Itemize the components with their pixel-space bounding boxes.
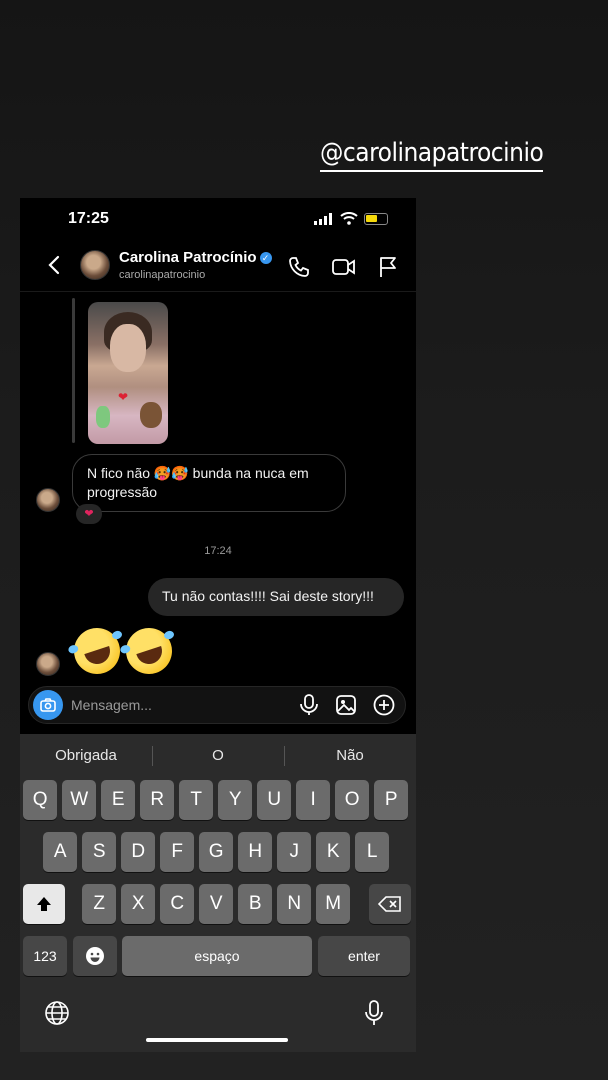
message-timestamp: 17:24 <box>204 545 232 557</box>
rofl-emoji-icon <box>120 622 178 680</box>
sent-message[interactable]: Tu não contas!!!! Sai deste story!!! <box>148 578 404 616</box>
key-b[interactable]: B <box>238 884 273 924</box>
key-o[interactable]: O <box>335 780 370 820</box>
contact-name[interactable]: Carolina Patrocínio ✓ <box>119 249 272 266</box>
key-c[interactable]: C <box>160 884 195 924</box>
sender-avatar[interactable] <box>36 652 60 676</box>
sender-avatar[interactable] <box>36 488 60 512</box>
gallery-icon[interactable] <box>335 694 357 716</box>
key-f[interactable]: F <box>160 832 195 872</box>
story-reply-thumbnail[interactable]: ❤ <box>88 302 168 444</box>
key-h[interactable]: H <box>238 832 273 872</box>
backspace-key[interactable] <box>369 884 411 924</box>
key-x[interactable]: X <box>121 884 156 924</box>
phone-call-icon[interactable] <box>288 256 310 278</box>
suggestion-bar: Obrigada O Não <box>20 734 416 778</box>
keyboard: Obrigada O Não QWERTYUIOPASDFGHJKLZXCVBN… <box>20 734 416 1052</box>
suggestion-item[interactable]: Não <box>284 734 416 778</box>
emoji-key[interactable] <box>73 936 117 976</box>
key-e[interactable]: E <box>101 780 136 820</box>
space-key[interactable]: espaço <box>122 936 312 976</box>
rofl-emoji-icon <box>68 622 126 680</box>
signal-icon <box>314 212 332 225</box>
dictation-microphone-icon[interactable] <box>363 999 385 1027</box>
heart-reaction-icon[interactable]: ❤ <box>76 504 102 524</box>
key-r[interactable]: R <box>140 780 175 820</box>
chat-header: Carolina Patrocínio ✓ carolinapatrocinio <box>20 244 416 292</box>
key-k[interactable]: K <box>316 832 351 872</box>
home-indicator <box>146 1038 288 1042</box>
video-call-icon[interactable] <box>332 256 356 278</box>
key-p[interactable]: P <box>374 780 409 820</box>
verified-badge-icon: ✓ <box>259 252 272 264</box>
microphone-icon[interactable] <box>299 694 319 716</box>
key-v[interactable]: V <box>199 884 234 924</box>
enter-key[interactable]: enter <box>318 936 410 976</box>
key-l[interactable]: L <box>355 832 390 872</box>
camera-icon[interactable] <box>33 690 63 720</box>
wifi-icon <box>340 212 358 225</box>
avatar[interactable] <box>80 250 110 280</box>
status-bar: 17:25 <box>20 198 416 244</box>
numbers-key[interactable]: 123 <box>23 936 67 976</box>
reply-indicator-line <box>72 298 75 443</box>
battery-icon <box>364 212 388 225</box>
emoji-message[interactable] <box>68 622 178 680</box>
key-w[interactable]: W <box>62 780 97 820</box>
key-i[interactable]: I <box>296 780 331 820</box>
key-q[interactable]: Q <box>23 780 58 820</box>
back-arrow-icon[interactable] <box>44 254 66 276</box>
key-d[interactable]: D <box>121 832 156 872</box>
key-n[interactable]: N <box>277 884 312 924</box>
key-u[interactable]: U <box>257 780 292 820</box>
globe-icon[interactable] <box>44 1000 70 1026</box>
suggestion-item[interactable]: Obrigada <box>20 734 152 778</box>
key-t[interactable]: T <box>179 780 214 820</box>
backspace-icon <box>377 896 401 912</box>
message-composer[interactable]: Mensagem... <box>28 686 406 724</box>
key-j[interactable]: J <box>277 832 312 872</box>
suggestion-item[interactable]: O <box>152 734 284 778</box>
story-mention-tag[interactable]: @carolinapatrocinio <box>320 138 544 172</box>
key-a[interactable]: A <box>43 832 78 872</box>
received-message[interactable]: N fico não 🥵🥵 bunda na nuca em progressã… <box>72 454 346 512</box>
phone-screenshot: 17:25 Carolina Patrocínio ✓ carolinapatro… <box>20 198 416 1052</box>
status-time: 17:25 <box>68 210 109 227</box>
key-y[interactable]: Y <box>218 780 253 820</box>
shift-arrow-icon <box>37 897 51 911</box>
key-s[interactable]: S <box>82 832 117 872</box>
add-icon[interactable] <box>373 694 395 716</box>
contact-username: carolinapatrocinio <box>119 269 206 281</box>
flag-icon[interactable] <box>378 256 398 278</box>
key-m[interactable]: M <box>316 884 351 924</box>
message-input[interactable]: Mensagem... <box>71 697 152 713</box>
shift-key[interactable] <box>23 884 65 924</box>
key-g[interactable]: G <box>199 832 234 872</box>
key-z[interactable]: Z <box>82 884 117 924</box>
emoji-icon <box>86 947 104 965</box>
